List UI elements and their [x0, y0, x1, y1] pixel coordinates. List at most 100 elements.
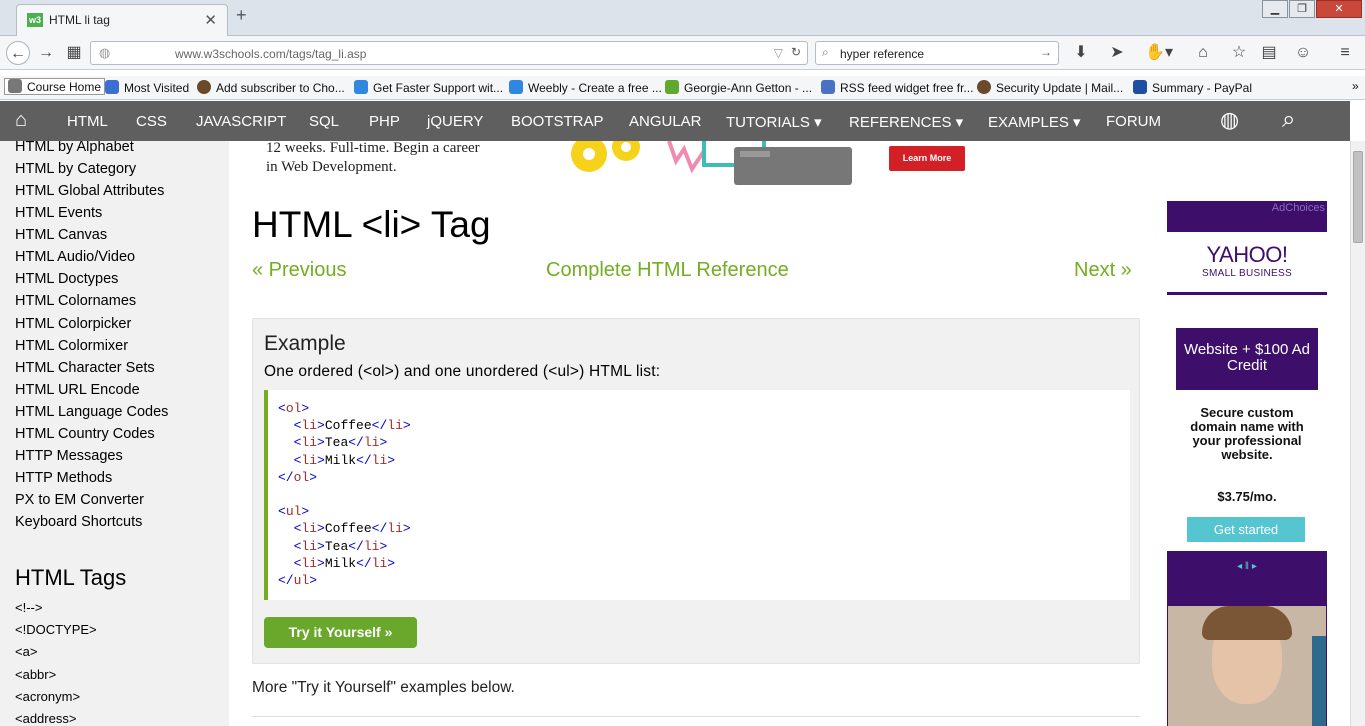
- url-bar[interactable]: ◍ www.w3schools.com/tags/tag_li.asp ▽ ↻: [90, 41, 808, 65]
- sidebar-link[interactable]: HTML Country Codes: [15, 426, 155, 442]
- sidebar-tag-link[interactable]: <abbr>: [15, 667, 56, 682]
- code-line: <li>Coffee</li>: [293, 418, 411, 434]
- weebly-icon: [354, 80, 368, 94]
- yahoo-ad[interactable]: AdChoices YAHOO! SMALL BUSINESS Website …: [1167, 201, 1327, 726]
- nav-tutorials[interactable]: TUTORIALS ▾: [726, 113, 822, 131]
- send-icon[interactable]: ➤: [1105, 41, 1129, 65]
- bookmark-most-visited[interactable]: Most Visited: [105, 80, 189, 95]
- top-banner-ad[interactable]: 12 weeks. Full-time. Begin a career in W…: [229, 141, 1165, 191]
- nav-jquery[interactable]: jQUERY: [427, 113, 483, 130]
- smiley-icon[interactable]: ☺: [1291, 41, 1315, 65]
- bookmark-weebly[interactable]: Weebly - Create a free ...: [509, 80, 662, 95]
- ad-photo-hair: [1202, 606, 1292, 640]
- bookmark-security-update[interactable]: Security Update | Mail...: [977, 80, 1123, 95]
- sidebar-link[interactable]: HTML URL Encode: [15, 382, 140, 398]
- page-scrollbar[interactable]: [1350, 141, 1365, 726]
- code-example: <ol> <li>Coffee</li> <li>Tea</li> <li>Mi…: [264, 390, 1130, 600]
- complete-html-reference-link[interactable]: Complete HTML Reference: [546, 259, 789, 282]
- browser-tab-bar: w3 HTML li tag ✕ + ▁ ❐ ✕: [0, 0, 1365, 36]
- sidebar-link[interactable]: HTTP Messages: [15, 448, 123, 464]
- adchoices-label[interactable]: AdChoices: [1272, 202, 1325, 214]
- nav-sql[interactable]: SQL: [309, 113, 339, 130]
- nav-php[interactable]: PHP: [369, 113, 400, 130]
- browser-toolbar: ← → ▦ ◍ www.w3schools.com/tags/tag_li.as…: [0, 36, 1365, 70]
- sidebar-link[interactable]: HTML Colornames: [15, 293, 136, 309]
- home-icon[interactable]: ⌂: [1191, 41, 1215, 65]
- sidebar-link[interactable]: PX to EM Converter: [15, 492, 144, 508]
- nav-forum[interactable]: FORUM: [1106, 113, 1161, 130]
- nav-css[interactable]: CSS: [136, 113, 167, 130]
- scrollbar-thumb[interactable]: [1353, 151, 1363, 243]
- close-tab-icon[interactable]: ✕: [204, 11, 217, 29]
- bookmarks-overflow-icon[interactable]: »: [1352, 79, 1359, 93]
- sidebar-tag-link[interactable]: <address>: [15, 711, 76, 726]
- sidebar-tag-link[interactable]: <a>: [15, 644, 37, 659]
- nav-references[interactable]: REFERENCES ▾: [849, 113, 963, 131]
- bookmark-course-home[interactable]: Course Home: [4, 78, 106, 95]
- previous-link[interactable]: « Previous: [252, 259, 347, 282]
- search-icon: ⌕: [822, 45, 829, 59]
- globe-icon[interactable]: ◍: [1220, 107, 1239, 133]
- sidebar-tag-link[interactable]: <!-->: [15, 600, 42, 615]
- nav-angular[interactable]: ANGULAR: [629, 113, 702, 130]
- next-link[interactable]: Next »: [1074, 259, 1132, 282]
- browser-tab[interactable]: w3 HTML li tag ✕: [16, 4, 228, 36]
- sidebar-tag-link[interactable]: <acronym>: [15, 689, 80, 704]
- close-window-button[interactable]: ✕: [1316, 0, 1362, 18]
- main-content: 12 weeks. Full-time. Begin a career in W…: [229, 141, 1165, 726]
- new-tab-button[interactable]: +: [236, 5, 247, 26]
- sidebar-link[interactable]: HTML Colormixer: [15, 338, 128, 354]
- reading-list-icon[interactable]: ▤: [1257, 41, 1281, 65]
- sidebar-tag-link[interactable]: <!DOCTYPE>: [15, 622, 97, 637]
- maximize-button[interactable]: ❐: [1289, 0, 1315, 18]
- bookmark-rss[interactable]: RSS feed widget free fr...: [821, 80, 973, 95]
- minimize-button[interactable]: ▁: [1262, 0, 1288, 18]
- sidebar-link[interactable]: HTML Character Sets: [15, 360, 155, 376]
- sidebar-link[interactable]: HTML Colorpicker: [15, 316, 131, 332]
- weebly-icon: [509, 80, 523, 94]
- banner-line-2: in Web Development.: [266, 159, 397, 175]
- library-icon[interactable]: ▦: [62, 41, 86, 65]
- back-button[interactable]: ←: [6, 41, 30, 65]
- tab-title: HTML li tag: [49, 13, 110, 27]
- bookmark-label: Get Faster Support wit...: [373, 81, 504, 95]
- w3schools-favicon-icon: w3: [27, 13, 43, 27]
- bookmark-add-subscriber[interactable]: Add subscriber to Cho...: [197, 80, 345, 95]
- sidebar-link[interactable]: HTML by Category: [15, 161, 136, 177]
- nav-javascript[interactable]: JAVASCRIPT: [196, 113, 286, 130]
- sidebar-link[interactable]: Keyboard Shortcuts: [15, 514, 142, 530]
- sidebar-link[interactable]: HTML Events: [15, 205, 102, 221]
- sidebar-link[interactable]: HTML Global Attributes: [15, 183, 164, 199]
- bookmark-faster-support[interactable]: Get Faster Support wit...: [354, 80, 503, 95]
- sidebar-link[interactable]: HTML by Alphabet: [15, 141, 134, 155]
- learn-more-button[interactable]: Learn More: [889, 146, 965, 171]
- ad-pager-icon[interactable]: ◂ ‖ ▸: [1167, 561, 1327, 572]
- home-icon[interactable]: ⌂: [15, 109, 27, 132]
- sidebar-link[interactable]: HTML Audio/Video: [15, 249, 135, 265]
- get-started-button[interactable]: Get started: [1187, 517, 1305, 542]
- example-description: One ordered (<ol>) and one unordered (<u…: [264, 363, 661, 380]
- nav-bootstrap[interactable]: BOOTSTRAP: [511, 113, 604, 130]
- nav-html[interactable]: HTML: [67, 113, 108, 130]
- try-it-yourself-button[interactable]: Try it Yourself »: [264, 617, 417, 648]
- sidebar-link[interactable]: HTML Language Codes: [15, 404, 168, 420]
- extension-icon[interactable]: ✋▾: [1143, 41, 1175, 65]
- search-input[interactable]: ⌕ hyper reference →: [815, 41, 1059, 65]
- nav-examples[interactable]: EXAMPLES ▾: [988, 113, 1081, 131]
- bookmark-label: Security Update | Mail...: [996, 81, 1124, 95]
- bookmark-paypal[interactable]: Summary - PayPal: [1133, 80, 1252, 95]
- bookmark-label: Summary - PayPal: [1152, 81, 1253, 95]
- sidebar-link[interactable]: HTML Doctypes: [15, 271, 118, 287]
- search-go-icon[interactable]: →: [1040, 45, 1052, 59]
- forward-button[interactable]: →: [34, 41, 58, 65]
- search-icon[interactable]: ⌕: [1282, 106, 1295, 134]
- reload-icon[interactable]: ↻: [791, 45, 801, 59]
- download-icon[interactable]: ⬇: [1069, 41, 1093, 65]
- sidebar-link[interactable]: HTML Canvas: [15, 227, 107, 243]
- bookmark-label: RSS feed widget free fr...: [840, 81, 974, 95]
- menu-icon[interactable]: ≡: [1333, 41, 1357, 65]
- bookmark-georgie[interactable]: Georgie-Ann Getton - ...: [665, 80, 812, 95]
- dropdown-icon[interactable]: ▽: [774, 46, 783, 60]
- sidebar-link[interactable]: HTTP Methods: [15, 470, 112, 486]
- bookmark-star-icon[interactable]: ☆: [1227, 41, 1251, 65]
